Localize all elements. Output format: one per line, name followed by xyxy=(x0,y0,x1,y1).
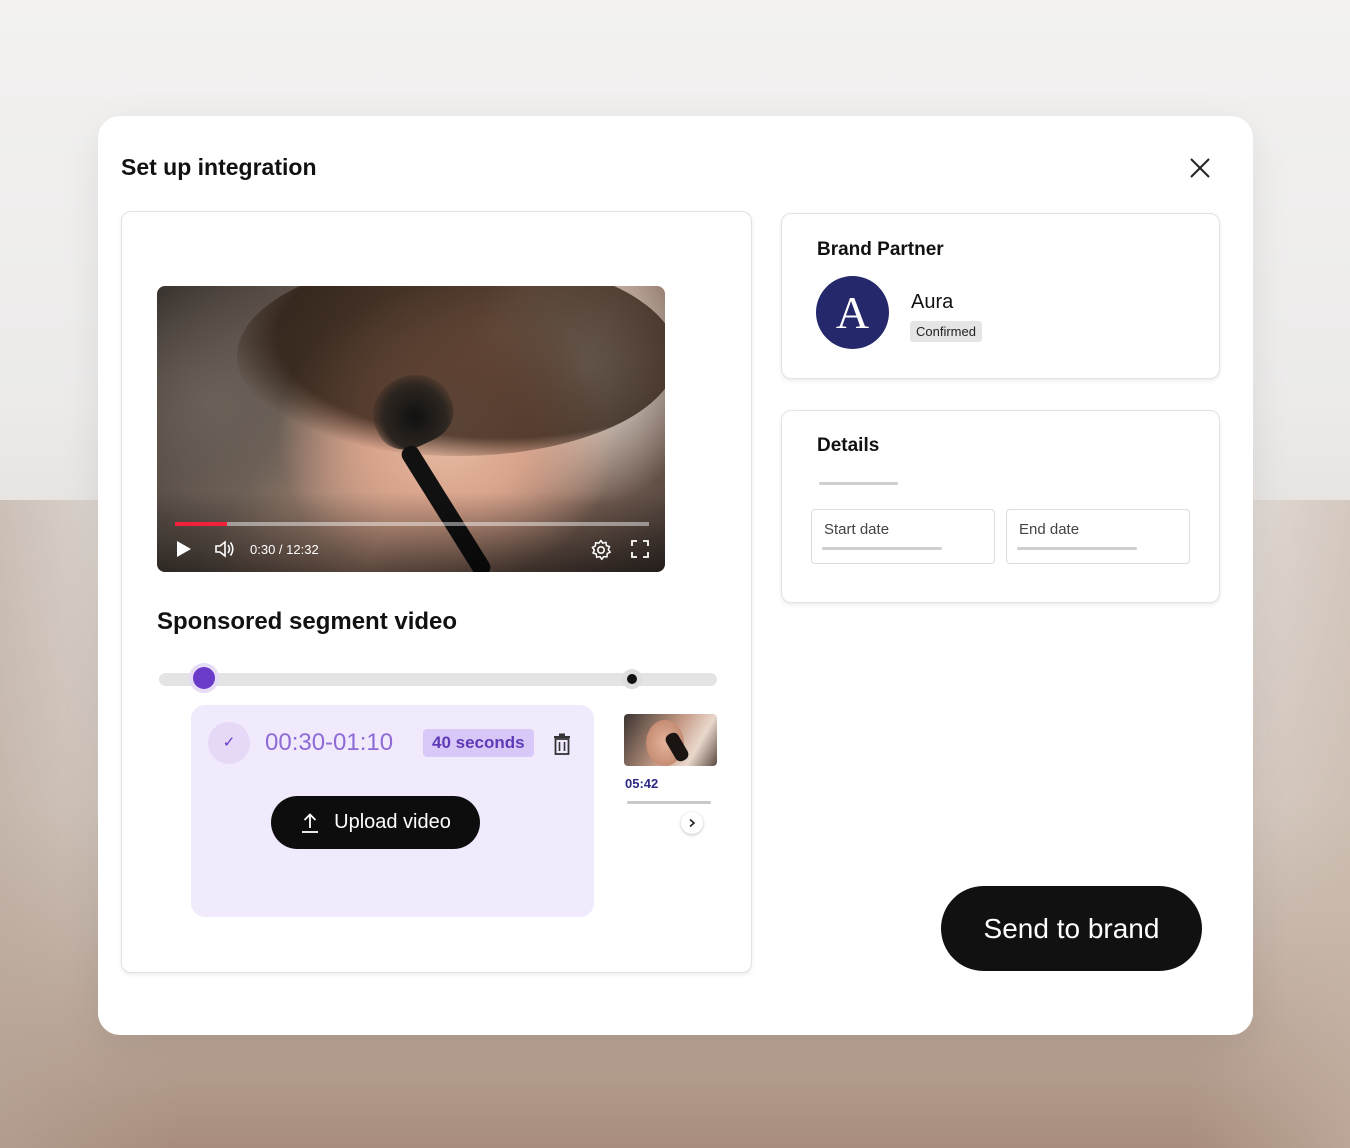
status-badge: Confirmed xyxy=(910,321,982,342)
send-to-brand-button[interactable]: Send to brand xyxy=(941,886,1202,971)
end-date-label: End date xyxy=(1019,521,1080,538)
fullscreen-icon[interactable] xyxy=(630,539,650,559)
modal-title: Set up integration xyxy=(121,154,317,180)
thumbnail-progress xyxy=(627,801,711,804)
video-time: 0:30 / 12:32 xyxy=(250,542,319,557)
upload-video-label: Upload video xyxy=(334,811,451,833)
upload-video-button[interactable]: Upload video xyxy=(271,796,480,849)
end-date-placeholder-line xyxy=(1017,547,1137,550)
video-progress-fill xyxy=(175,522,228,526)
brand-partner-card: Brand Partner A Aura Confirmed xyxy=(781,213,1220,379)
thumbnail-time: 05:42 xyxy=(625,776,659,791)
end-date-field[interactable]: End date xyxy=(1006,509,1190,564)
video-thumbnail[interactable] xyxy=(624,714,717,766)
brand-logo: A xyxy=(816,276,889,349)
video-progress-bar[interactable] xyxy=(175,522,649,526)
start-date-placeholder-line xyxy=(822,547,942,550)
volume-icon[interactable] xyxy=(214,539,236,559)
segment-time-range: 00:30-01:10 xyxy=(265,729,394,756)
video-card: 0:30 / 12:32 Sponsored segment video ✓ 0… xyxy=(121,211,752,973)
details-heading: Details xyxy=(817,435,880,456)
trash-icon[interactable] xyxy=(553,733,571,755)
segment-title: Sponsored segment video xyxy=(157,608,458,635)
send-to-brand-label: Send to brand xyxy=(983,912,1160,944)
details-underline xyxy=(819,482,898,485)
upload-icon xyxy=(302,812,319,833)
segment-item: ✓ 00:30-01:10 40 seconds Upload video xyxy=(191,705,594,917)
details-card: Details Start date End date xyxy=(781,410,1220,603)
check-icon[interactable]: ✓ xyxy=(208,722,250,764)
close-icon xyxy=(1190,158,1210,178)
gear-icon[interactable] xyxy=(590,539,612,561)
start-date-field[interactable]: Start date xyxy=(811,509,995,564)
start-date-label: Start date xyxy=(824,521,890,538)
close-button[interactable] xyxy=(1184,152,1216,184)
brand-logo-letter: A xyxy=(835,287,870,338)
chevron-right-icon xyxy=(689,818,696,828)
integration-modal: Set up integration 0:30 / 12:32 Sponsore… xyxy=(98,116,1253,1035)
range-start-handle[interactable] xyxy=(193,667,215,689)
play-icon[interactable] xyxy=(175,539,193,559)
next-button[interactable] xyxy=(681,812,703,834)
range-end-handle[interactable] xyxy=(622,669,642,689)
video-controls-shade xyxy=(157,492,665,572)
brand-name: Aura xyxy=(911,291,954,313)
video-player[interactable]: 0:30 / 12:32 xyxy=(157,286,665,572)
brand-heading: Brand Partner xyxy=(817,239,944,260)
duration-badge: 40 seconds xyxy=(423,729,534,757)
